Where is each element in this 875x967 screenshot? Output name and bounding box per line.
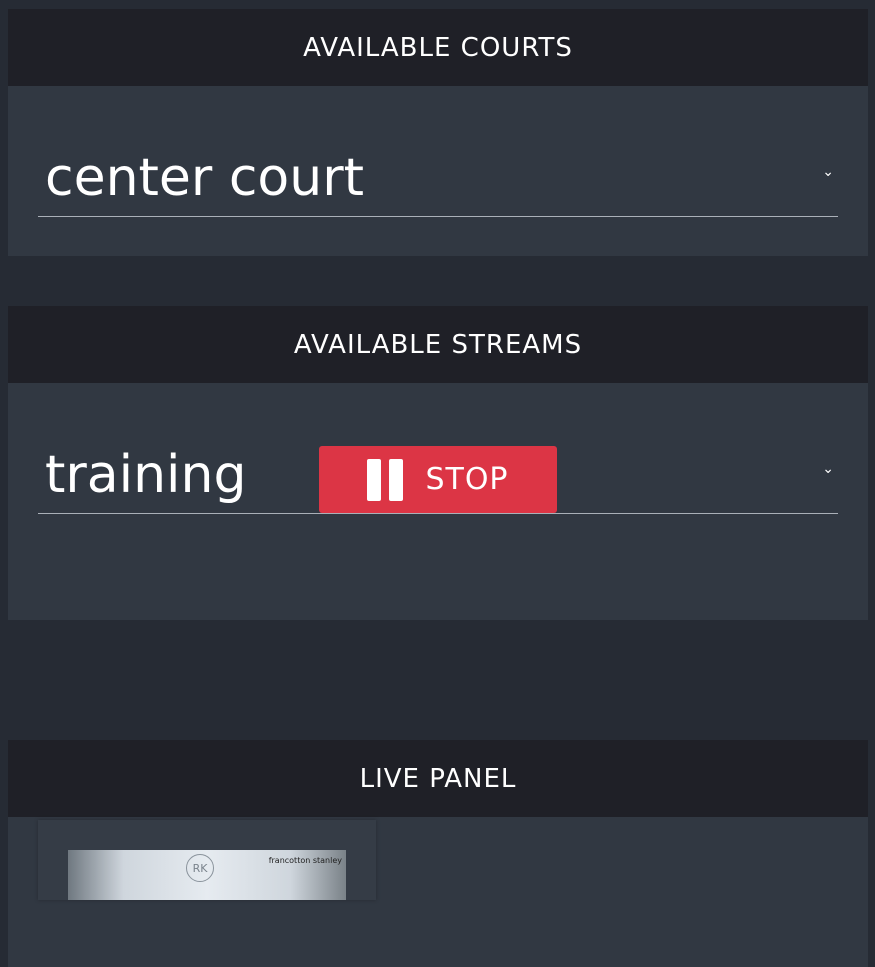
streams-panel: AVAILABLE STREAMS training ⌄ STOP (8, 306, 868, 620)
live-header: LIVE PANEL (8, 740, 868, 817)
live-stream-card[interactable]: RK francotton stanley (38, 820, 376, 900)
stream-thumbnail[interactable]: RK francotton stanley (68, 850, 346, 900)
stream-select-value: training (45, 445, 247, 505)
courts-panel: AVAILABLE COURTS center court ⌄ (8, 9, 868, 256)
sponsor-logo: francotton stanley (268, 856, 342, 865)
streams-header: AVAILABLE STREAMS (8, 306, 868, 383)
courts-header-title: AVAILABLE COURTS (303, 32, 573, 63)
chevron-down-icon: ⌄ (822, 164, 834, 180)
pause-icon (367, 458, 404, 501)
stop-button[interactable]: STOP (319, 446, 557, 513)
court-select[interactable]: center court ⌄ (38, 136, 838, 217)
chevron-down-icon: ⌄ (822, 461, 834, 477)
stop-button-label: STOP (425, 462, 509, 497)
courts-header: AVAILABLE COURTS (8, 9, 868, 86)
rk-logo: RK (186, 854, 214, 882)
court-select-value: center court (45, 148, 364, 208)
live-header-title: LIVE PANEL (359, 763, 517, 794)
live-panel: LIVE PANEL RK francotton stanley (8, 740, 868, 967)
streams-header-title: AVAILABLE STREAMS (293, 329, 583, 360)
